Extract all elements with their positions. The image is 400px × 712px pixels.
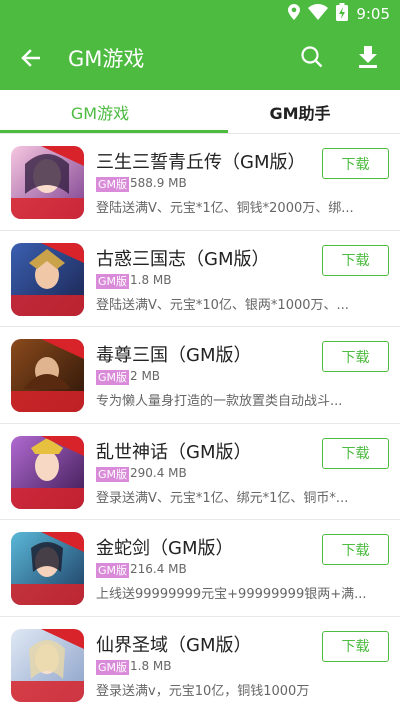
game-description: 登陆送满V、元宝*10亿、银两*1000万、... (96, 297, 349, 313)
file-size: 1.8 MB (130, 272, 172, 287)
game-description: 上线送99999999元宝+99999999银两+满... (96, 587, 367, 602)
wifi-icon (308, 4, 329, 24)
download-button[interactable]: 下载 (322, 244, 389, 276)
list-item[interactable]: 古惑三国志（GM版） GM版 1.8 MB 登陆送满V、元宝*10亿、银两*10… (0, 231, 400, 327)
game-icon-image (11, 532, 84, 605)
game-title: 金蛇剑（GM版） (96, 538, 234, 559)
gm-badge: GM版 (96, 659, 130, 675)
list-item[interactable]: 毒尊三国（GM版） GM版 2 MB 专为懒人量身打造的一款放置类自动战斗...… (0, 327, 400, 424)
tab-gm-games[interactable]: GM游戏 (0, 90, 200, 134)
file-size: 1.8 MB (130, 658, 172, 673)
download-button[interactable]: 下载 (322, 148, 389, 179)
back-button[interactable] (14, 44, 46, 76)
search-button[interactable] (296, 42, 328, 76)
file-size: 588.9 MB (130, 176, 187, 190)
game-title: 乱世神话（GM版） (96, 441, 252, 463)
status-bar: 9:05 (0, 0, 400, 28)
download-button[interactable]: 下载 (322, 534, 389, 565)
tab-bar: GM游戏 GM助手 (0, 90, 400, 134)
game-description: 登录送满V、元宝*1亿、绑元*1亿、铜币*... (96, 490, 349, 506)
battery-charging-icon (336, 3, 349, 25)
back-arrow-icon (20, 49, 41, 71)
tab-indicator (0, 130, 228, 133)
game-title: 仙界圣域（GM版） (96, 634, 252, 656)
game-description: 登陆送满V、元宝*1亿、铜钱*2000万、绑... (96, 201, 354, 216)
gm-badge: GM版 (96, 273, 130, 289)
gm-badge: GM版 (96, 563, 130, 578)
status-time: 9:05 (356, 5, 390, 23)
download-manager-button[interactable] (352, 42, 384, 76)
list-item[interactable]: 金蛇剑（GM版） GM版 216.4 MB 上线送99999999元宝+9999… (0, 520, 400, 617)
location-icon (288, 4, 301, 24)
status-icons: 9:05 (288, 3, 390, 25)
game-description: 登录送满v，元宝10亿，铜钱1000万 (96, 683, 310, 699)
gm-badge: GM版 (96, 466, 130, 482)
list-item[interactable]: 三生三誓青丘传（GM版） GM版 588.9 MB 登陆送满V、元宝*1亿、铜钱… (0, 134, 400, 231)
game-description: 专为懒人量身打造的一款放置类自动战斗... (96, 394, 343, 409)
file-size: 216.4 MB (130, 562, 187, 576)
game-icon-image (11, 628, 84, 702)
list-item[interactable]: 仙界圣域（GM版） GM版 1.8 MB 登录送满v，元宝10亿，铜钱1000万… (0, 617, 400, 712)
tab-gm-assistant[interactable]: GM助手 (200, 90, 400, 134)
game-title: 古惑三国志（GM版） (96, 248, 270, 270)
download-button[interactable]: 下载 (322, 437, 389, 469)
game-icon-image (11, 339, 84, 412)
download-button[interactable]: 下载 (322, 341, 389, 372)
download-icon (359, 46, 377, 72)
gm-badge: GM版 (96, 370, 130, 385)
list-item[interactable]: 乱世神话（GM版） GM版 290.4 MB 登录送满V、元宝*1亿、绑元*1亿… (0, 424, 400, 520)
file-size: 2 MB (130, 369, 161, 383)
gm-badge: GM版 (96, 177, 130, 192)
page-title: GM游戏 (68, 47, 145, 71)
file-size: 290.4 MB (130, 465, 187, 480)
game-icon-image (11, 146, 84, 219)
game-title: 毒尊三国（GM版） (96, 345, 252, 366)
search-icon (301, 46, 323, 72)
download-button[interactable]: 下载 (322, 630, 389, 662)
game-icon-image (11, 435, 84, 509)
game-title: 三生三誓青丘传（GM版） (96, 152, 306, 173)
app-bar: GM游戏 (0, 28, 400, 90)
game-icon-image (11, 242, 84, 316)
game-list: 三生三誓青丘传（GM版） GM版 588.9 MB 登陆送满V、元宝*1亿、铜钱… (0, 134, 400, 712)
